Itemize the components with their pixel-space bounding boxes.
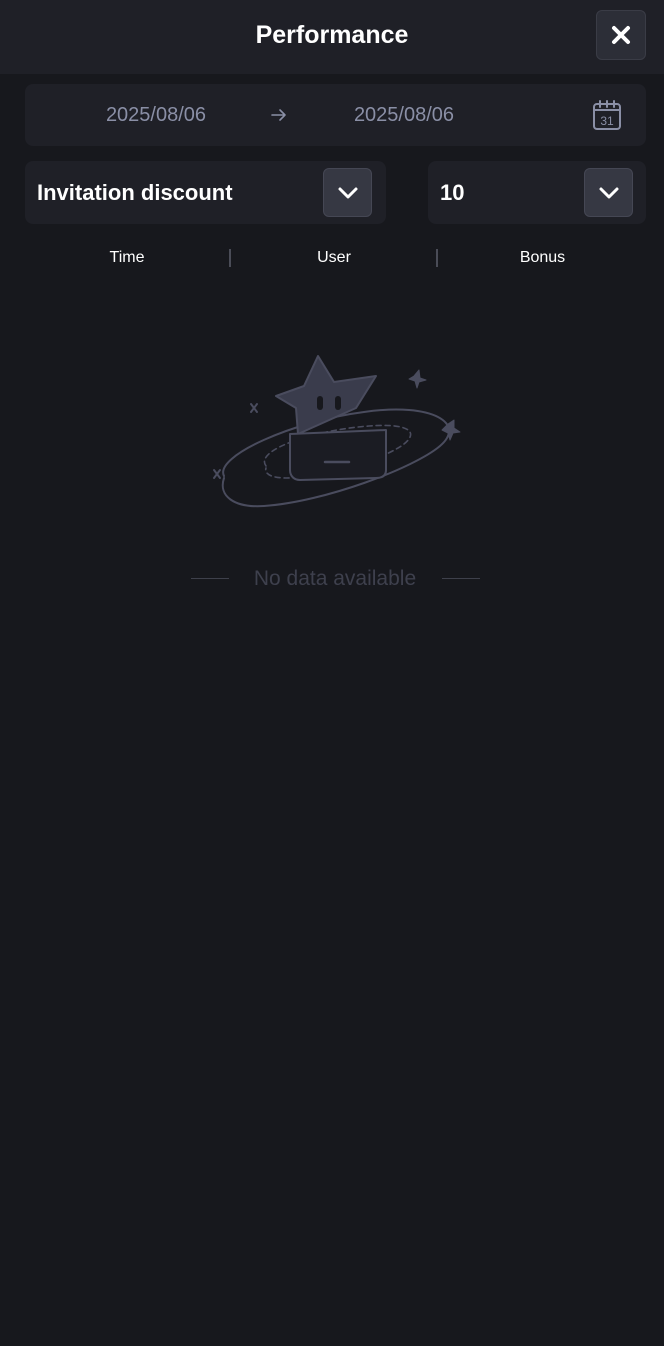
arrow-right-icon [271, 109, 286, 121]
chevron-down-icon [599, 187, 618, 198]
empty-state-divider [442, 578, 480, 579]
header-bar: Performance [0, 0, 664, 74]
close-button[interactable] [596, 10, 646, 60]
end-date[interactable]: 2025/08/06 [304, 84, 504, 146]
table-header: Time User Bonus [25, 240, 646, 276]
column-divider [436, 249, 438, 267]
column-header-time: Time [109, 249, 145, 266]
column-header-user: User [317, 249, 351, 266]
page-title: Performance [255, 21, 409, 49]
page-size-value: 10 [440, 180, 465, 205]
empty-star-box-illustration [213, 355, 461, 508]
date-range-picker[interactable]: 2025/08/06 2025/08/06 31 [25, 84, 646, 146]
page-size-dropdown-button[interactable] [584, 168, 633, 217]
discount-type-select[interactable]: Invitation discount [25, 161, 386, 224]
calendar-icon[interactable]: 31 [591, 99, 623, 131]
page-size-select[interactable]: 10 [428, 161, 646, 224]
empty-state-text: No data available [253, 567, 417, 590]
empty-state-divider [191, 578, 229, 579]
chevron-down-icon [338, 187, 357, 198]
column-header-bonus: Bonus [519, 249, 566, 266]
start-date[interactable]: 2025/08/06 [56, 84, 256, 146]
calendar-day: 31 [600, 114, 614, 128]
discount-type-value: Invitation discount [37, 180, 233, 205]
close-icon [612, 26, 630, 44]
discount-type-dropdown-button[interactable] [323, 168, 372, 217]
